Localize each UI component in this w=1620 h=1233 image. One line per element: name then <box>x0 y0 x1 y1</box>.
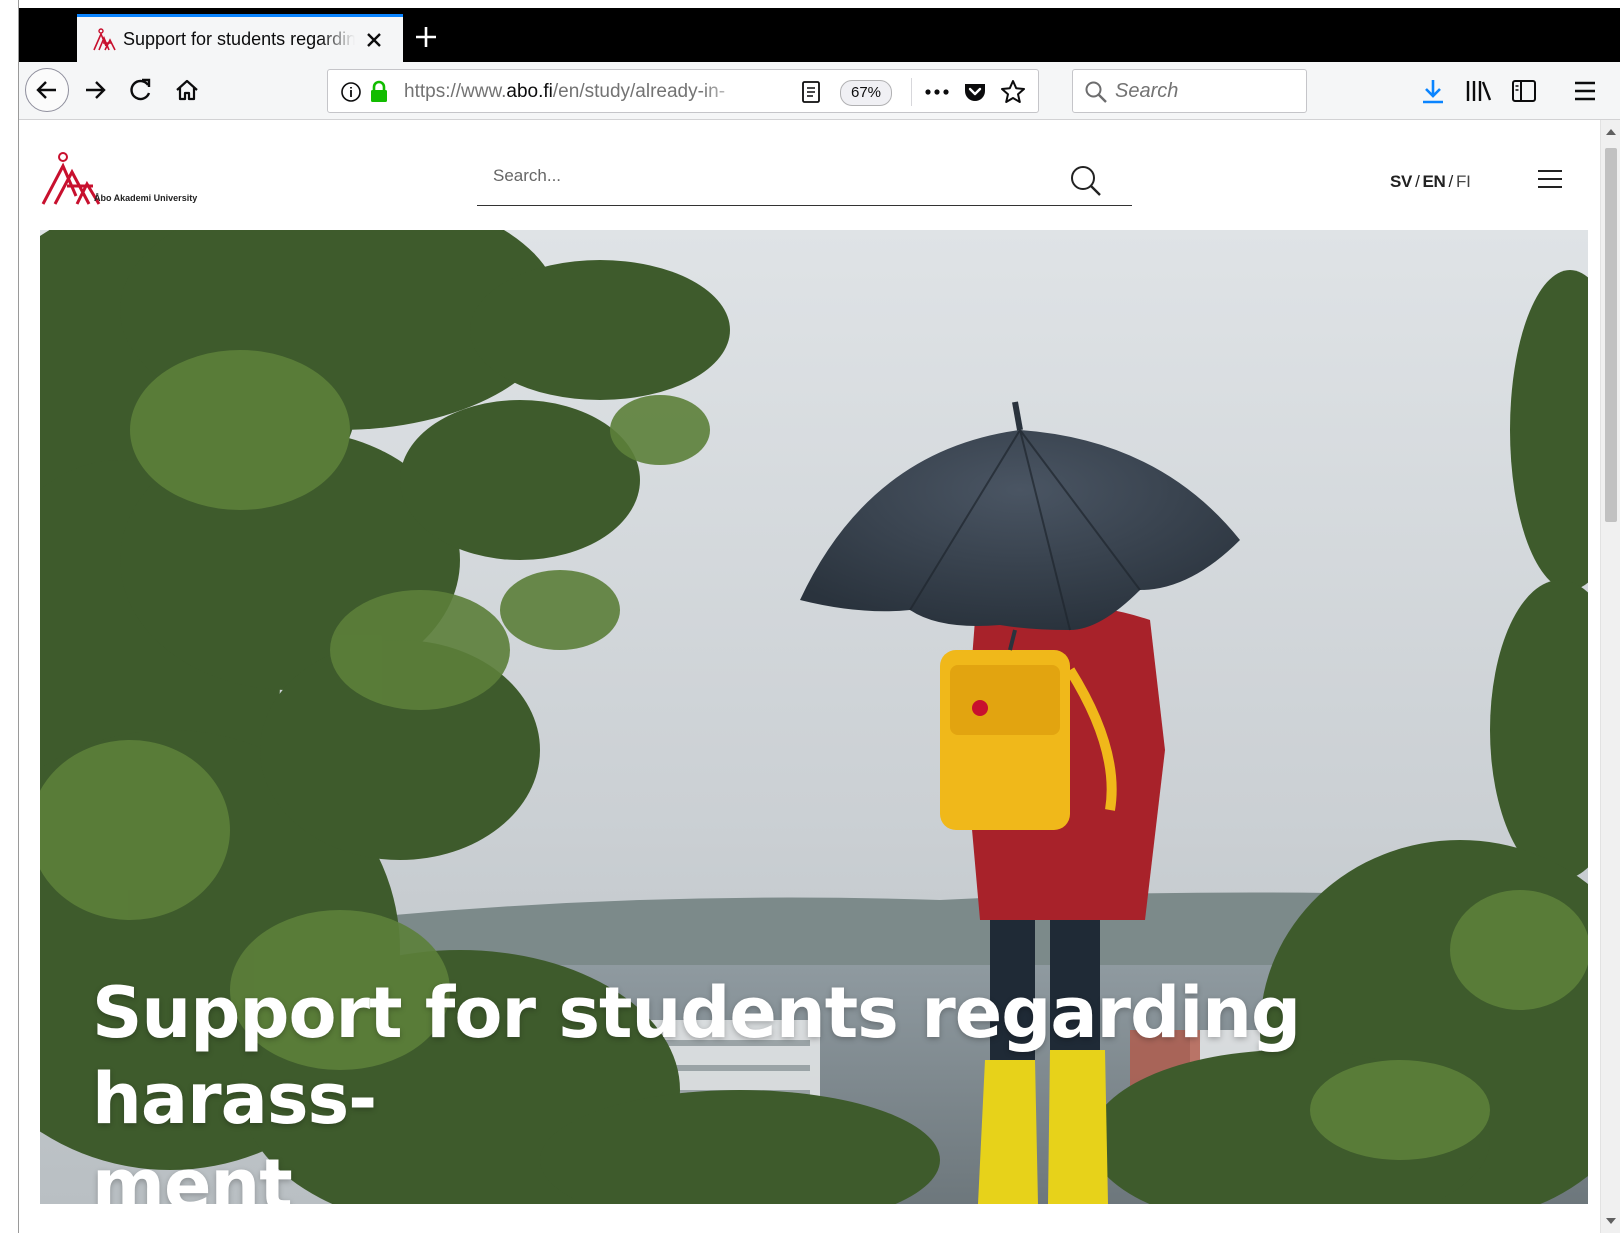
tab-active[interactable]: Support for students regarding harassmen… <box>77 14 403 62</box>
language-link-sv[interactable]: SV <box>1390 172 1412 191</box>
site-search-box[interactable] <box>477 156 1132 206</box>
window-left-edge <box>0 0 19 1233</box>
sidebar-icon[interactable] <box>1507 74 1541 108</box>
menu-icon[interactable] <box>1565 74 1605 108</box>
tab-title: Support for students regarding harassmen… <box>123 29 355 49</box>
browser-window: Support for students regarding harassmen… <box>0 0 1620 1233</box>
url-path: /en/study/already-in- <box>552 81 726 102</box>
search-icon <box>1083 79 1109 105</box>
hamburger-menu-icon[interactable] <box>1537 168 1563 190</box>
hero-title: Support for students regarding harass-me… <box>92 970 1532 1204</box>
reload-icon[interactable] <box>121 70 161 110</box>
language-link-en[interactable]: EN <box>1423 172 1446 191</box>
scroll-up-arrow-icon[interactable] <box>1601 124 1620 140</box>
back-icon[interactable] <box>25 68 69 112</box>
scroll-down-arrow-icon[interactable] <box>1601 1213 1620 1229</box>
info-icon[interactable] <box>338 79 364 105</box>
site-search-input[interactable] <box>493 166 1053 186</box>
forward-icon[interactable] <box>75 70 115 110</box>
hero-title-line1: Support for students regarding harass- <box>92 972 1301 1140</box>
home-icon[interactable] <box>167 70 207 110</box>
abo-akademi-favicon-icon <box>91 27 117 53</box>
plus-icon[interactable] <box>411 22 441 52</box>
browser-search-input[interactable] <box>1115 80 1295 103</box>
library-icon[interactable] <box>1461 74 1495 108</box>
page-viewport: Åbo Akademi University SV/EN/FI <box>19 120 1600 1233</box>
pocket-icon[interactable] <box>960 79 990 105</box>
lock-icon[interactable] <box>366 79 392 105</box>
site-search-icon[interactable] <box>1069 164 1103 198</box>
nav-bar: https://www.abo.fi/en/study/already-in- … <box>19 62 1620 120</box>
url-bar[interactable]: https://www.abo.fi/en/study/already-in- … <box>327 69 1039 113</box>
tab-bar: Support for students regarding harassmen… <box>19 8 1620 62</box>
url-text[interactable]: https://www.abo.fi/en/study/already-in- <box>404 81 749 103</box>
language-switcher: SV / EN / FI <box>1390 172 1471 191</box>
language-link-fi[interactable]: FI <box>1456 172 1471 191</box>
bookmark-star-icon[interactable] <box>998 79 1028 105</box>
download-icon[interactable] <box>1416 74 1450 108</box>
scroll-thumb[interactable] <box>1605 148 1617 522</box>
tab-close-icon[interactable] <box>361 27 387 53</box>
page-scrollbar[interactable] <box>1600 120 1620 1233</box>
hero-banner: Support for students regarding harass-me… <box>40 230 1588 1204</box>
site-logo-text: Åbo Akademi University <box>94 193 198 203</box>
url-bar-separator <box>911 78 912 106</box>
more-icon[interactable] <box>922 79 952 105</box>
reader-view-icon[interactable] <box>798 79 824 105</box>
url-scheme: https://www. <box>404 81 507 102</box>
hero-title-line2: ment <box>92 1144 293 1204</box>
url-host: abo.fi <box>506 81 553 102</box>
browser-search-bar[interactable] <box>1072 69 1307 113</box>
zoom-level-button[interactable]: 67% <box>840 80 893 106</box>
